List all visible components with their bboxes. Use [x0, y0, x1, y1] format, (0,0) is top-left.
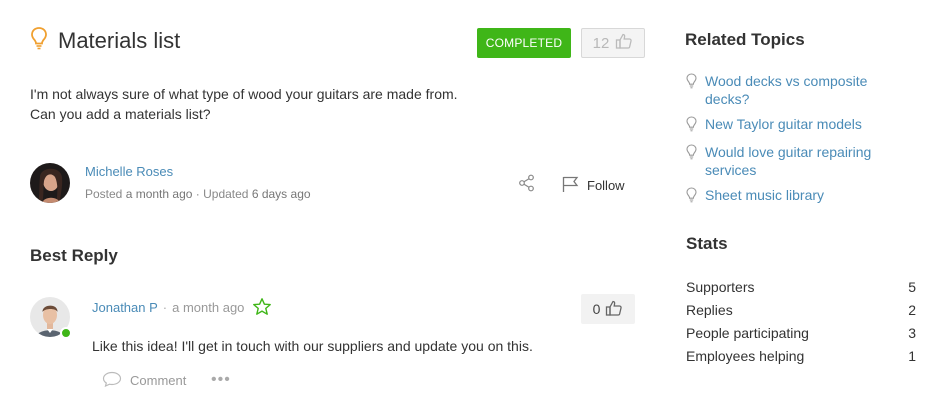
stat-value: 1 [908, 348, 916, 364]
lightbulb-outline-icon [686, 187, 697, 207]
list-item: New Taylor guitar models [686, 115, 886, 136]
stat-row: People participating 3 [686, 322, 916, 345]
lightbulb-outline-icon [686, 144, 697, 179]
related-topic-link[interactable]: New Taylor guitar models [705, 115, 862, 136]
related-topics-heading: Related Topics [685, 30, 805, 49]
speech-bubble-icon [102, 371, 122, 390]
stat-label: Replies [686, 302, 733, 318]
stat-label: Employees helping [686, 348, 805, 364]
follow-label: Follow [587, 178, 625, 193]
description-line: Can you add a materials list? [30, 106, 211, 122]
stat-value: 2 [908, 302, 916, 318]
posted-label: Posted [85, 187, 123, 201]
star-icon[interactable] [252, 297, 272, 317]
stat-row: Supporters 5 [686, 276, 916, 299]
follow-button[interactable]: Follow [561, 175, 625, 196]
reply-author: Jonathan P · a month ago [92, 300, 244, 315]
stat-row: Replies 2 [686, 299, 916, 322]
comment-label: Comment [130, 373, 187, 388]
reply-author-name[interactable]: Jonathan P [92, 300, 158, 315]
description-line: I'm not always sure of what type of wood… [30, 86, 458, 102]
reply-vote-button[interactable]: 0 [581, 294, 635, 324]
related-topic-link[interactable]: Sheet music library [705, 186, 824, 207]
meta-separator: · [195, 187, 200, 201]
stat-row: Employees helping 1 [686, 345, 916, 368]
reply-vote-count: 0 [592, 301, 601, 317]
related-topics-list: Wood decks vs composite decks? New Taylo… [686, 72, 886, 214]
more-options-button[interactable]: ••• [211, 371, 231, 389]
lightbulb-icon [30, 26, 48, 55]
post-header: Materials list [30, 26, 180, 55]
updated-label: Updated [203, 187, 249, 201]
meta-separator: · [162, 300, 168, 315]
author-name[interactable]: Michelle Roses [85, 164, 173, 179]
related-topic-link[interactable]: Wood decks vs composite decks? [705, 72, 886, 108]
thumbs-up-icon [615, 32, 633, 54]
status-badge: COMPLETED [477, 28, 571, 58]
page-title: Materials list [58, 27, 181, 53]
lightbulb-outline-icon [686, 116, 697, 136]
thumbs-up-icon [605, 299, 623, 320]
post-meta: Posted a month ago · Updated 6 days ago [85, 187, 311, 201]
flag-icon [561, 175, 579, 196]
comment-button[interactable]: Comment [102, 371, 186, 390]
vote-count: 12 [592, 34, 610, 52]
post-description: I'm not always sure of what type of wood… [30, 84, 458, 124]
related-topic-link[interactable]: Would love guitar repairing services [705, 143, 886, 179]
updated-time[interactable]: 6 days ago [252, 187, 311, 201]
posted-time[interactable]: a month ago [126, 187, 193, 201]
stats-heading: Stats [686, 234, 728, 253]
share-icon [518, 174, 536, 196]
lightbulb-outline-icon [686, 73, 697, 108]
stat-value: 5 [908, 279, 916, 295]
list-item: Wood decks vs composite decks? [686, 72, 886, 108]
stat-value: 3 [908, 325, 916, 341]
reply-time[interactable]: a month ago [172, 300, 244, 315]
reply-text: Like this idea! I'll get in touch with o… [92, 338, 533, 354]
share-button[interactable] [518, 174, 538, 194]
stat-label: Supporters [686, 279, 755, 295]
best-reply-heading: Best Reply [30, 246, 118, 265]
stats-list: Supporters 5 Replies 2 People participat… [686, 276, 916, 368]
avatar[interactable] [30, 163, 70, 203]
online-status-indicator [60, 327, 72, 339]
stat-label: People participating [686, 325, 809, 341]
vote-button[interactable]: 12 [581, 28, 645, 58]
list-item: Sheet music library [686, 186, 886, 207]
list-item: Would love guitar repairing services [686, 143, 886, 179]
